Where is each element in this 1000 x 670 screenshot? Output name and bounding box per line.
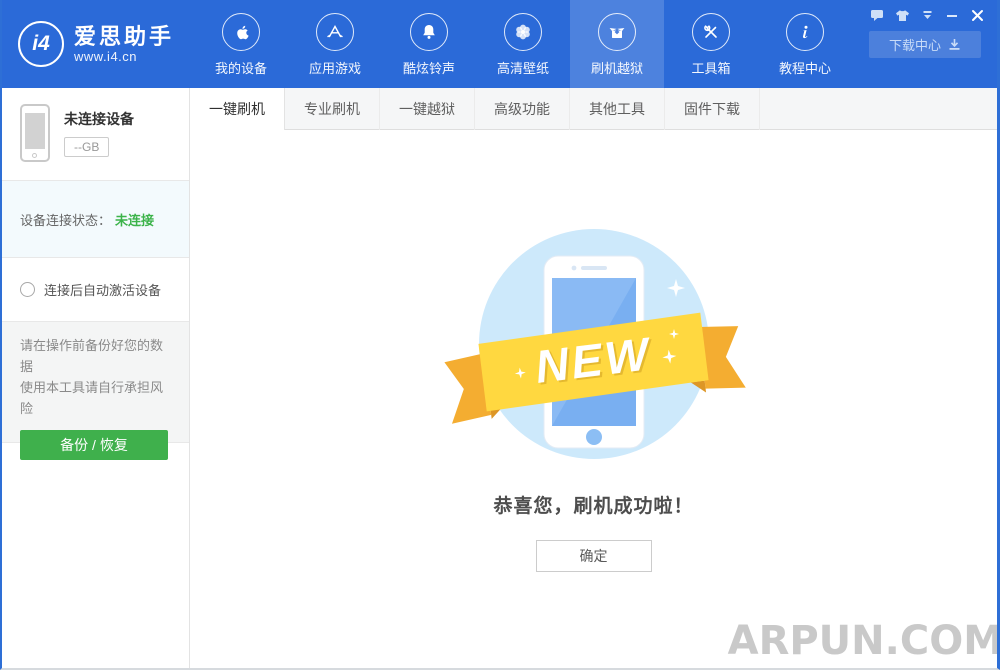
brand: i4 爱思助手 www.i4.cn [2, 0, 194, 88]
status-value: 未连接 [115, 210, 154, 229]
sparkle-icon [454, 314, 470, 330]
nav-label: 我的设备 [215, 58, 267, 77]
success-message: 恭喜您，刷机成功啦！ [493, 491, 693, 518]
download-center-button[interactable]: 下载中心 [869, 31, 981, 58]
auto-activate-row: 连接后自动激活设备 [2, 258, 189, 322]
capacity-badge: --GB [64, 137, 109, 157]
nav-item-flash-jailbreak[interactable]: 刷机越狱 [570, 0, 664, 88]
app-window: i4 爱思助手 www.i4.cn 我的设备 应用游戏 [0, 0, 1000, 670]
toolbox-icon [692, 13, 730, 51]
success-illustration: NEW NEW [424, 226, 764, 474]
download-icon [948, 38, 961, 51]
jailbreak-box-icon [598, 13, 636, 51]
tab-firmware-download[interactable]: 固件下载 [665, 88, 760, 130]
tab-bar: 一键刷机 专业刷机 一键越狱 高级功能 其他工具 固件下载 [190, 88, 997, 130]
nav-label: 酷炫铃声 [403, 58, 455, 77]
main-panel: 一键刷机 专业刷机 一键越狱 高级功能 其他工具 固件下载 [190, 88, 997, 668]
sidebar: 未连接设备 --GB 设备连接状态： 未连接 连接后自动激活设备 请在操作前备份… [2, 88, 190, 668]
phone-device-icon [20, 104, 50, 162]
nav-label: 应用游戏 [309, 58, 361, 77]
minimize-icon[interactable] [944, 8, 960, 22]
backup-restore-button[interactable]: 备份 / 恢复 [20, 430, 168, 460]
bell-icon [410, 13, 448, 51]
device-info: 未连接设备 --GB [2, 88, 189, 180]
nav-label: 教程中心 [779, 58, 831, 77]
nav-label: 工具箱 [691, 58, 730, 77]
nav-label: 刷机越狱 [591, 58, 643, 77]
tab-other-tools[interactable]: 其他工具 [570, 88, 665, 130]
nav-item-tutorials[interactable]: 教程中心 [758, 0, 852, 88]
feedback-icon[interactable] [869, 8, 885, 22]
info-icon [786, 13, 824, 51]
device-title: 未连接设备 [64, 109, 134, 129]
window-controls [869, 0, 989, 22]
header-right: 下载中心 [869, 0, 989, 58]
nav-item-ringtones[interactable]: 酷炫铃声 [382, 0, 476, 88]
skin-theme-icon[interactable] [894, 8, 910, 22]
nav-item-toolbox[interactable]: 工具箱 [664, 0, 758, 88]
nav-item-wallpapers[interactable]: 高清壁纸 [476, 0, 570, 88]
tab-advanced-features[interactable]: 高级功能 [475, 88, 570, 130]
tab-one-click-flash[interactable]: 一键刷机 [190, 88, 285, 131]
appstore-icon [316, 13, 354, 51]
download-center-label: 下载中心 [889, 35, 941, 54]
connection-status: 设备连接状态： 未连接 [2, 180, 189, 258]
status-label: 设备连接状态： [20, 210, 111, 229]
logo-text: i4 [32, 32, 50, 56]
nav-item-apps-games[interactable]: 应用游戏 [288, 0, 382, 88]
close-icon[interactable] [969, 8, 985, 22]
menu-caret-icon[interactable] [919, 8, 935, 22]
warning-line-2: 使用本工具请自行承担风险 [20, 377, 171, 419]
warning-section: 请在操作前备份好您的数据 使用本工具请自行承担风险 备份 / 恢复 [2, 322, 189, 443]
auto-activate-radio[interactable] [20, 282, 35, 297]
app-url: www.i4.cn [74, 49, 174, 64]
confirm-button[interactable]: 确定 [536, 540, 652, 572]
wallpaper-icon [504, 13, 542, 51]
nav-item-my-devices[interactable]: 我的设备 [194, 0, 288, 88]
apple-icon [222, 13, 260, 51]
nav-label: 高清壁纸 [497, 58, 549, 77]
warning-line-1: 请在操作前备份好您的数据 [20, 335, 171, 377]
i4-logo-icon: i4 [18, 21, 64, 67]
watermark: ARPUN.COM [728, 618, 1000, 664]
app-name: 爱思助手 [74, 25, 174, 49]
header: i4 爱思助手 www.i4.cn 我的设备 应用游戏 [2, 0, 997, 88]
tab-pro-flash[interactable]: 专业刷机 [285, 88, 380, 130]
auto-activate-label: 连接后自动激活设备 [44, 280, 161, 299]
main-nav: 我的设备 应用游戏 酷炫铃声 高清壁纸 [194, 0, 852, 88]
flash-success-panel: NEW NEW 恭喜您，刷机成功啦！ 确定 ARPUN.COM [190, 130, 997, 668]
tab-one-click-jailbreak[interactable]: 一键越狱 [380, 88, 475, 130]
